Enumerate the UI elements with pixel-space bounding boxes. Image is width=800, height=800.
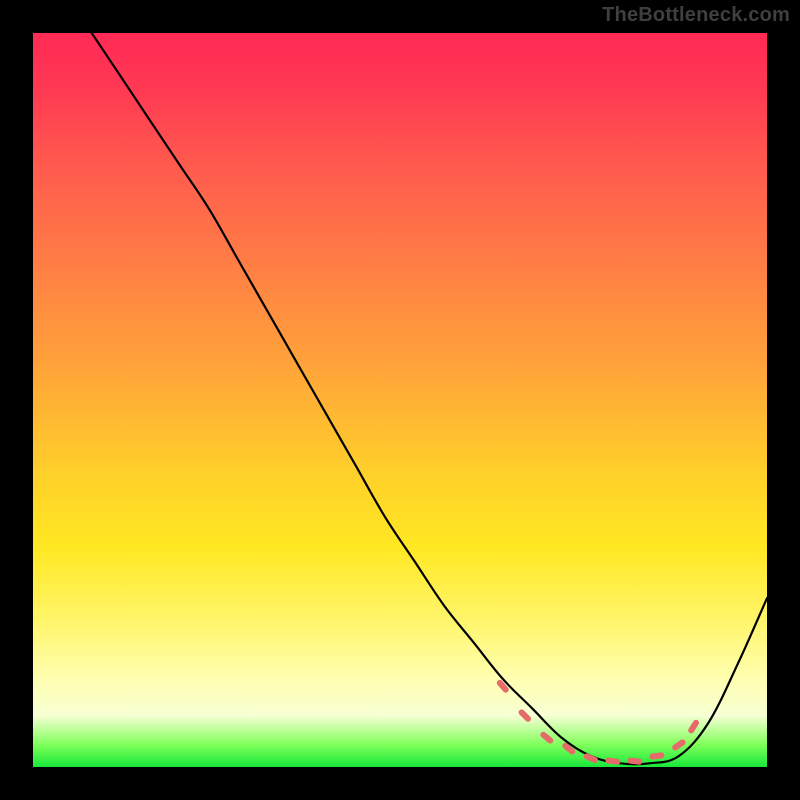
gradient-plot-area: [33, 33, 767, 767]
chart-frame: TheBottleneck.com: [0, 0, 800, 800]
watermark-text: TheBottleneck.com: [602, 4, 790, 27]
